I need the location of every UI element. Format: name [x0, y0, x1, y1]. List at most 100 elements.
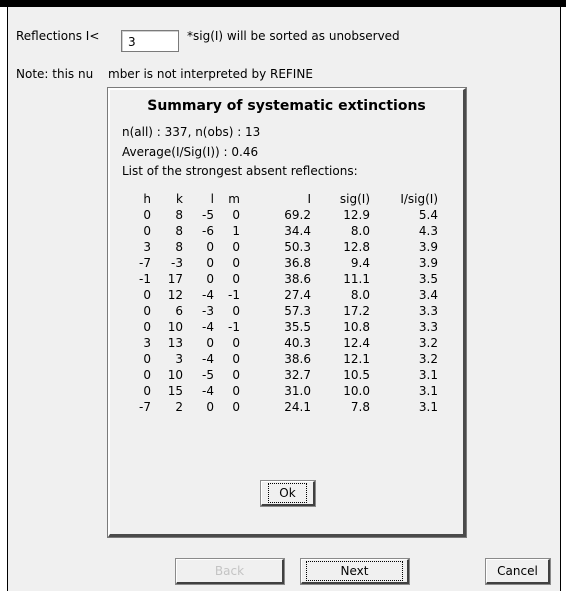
- next-button[interactable]: Next: [300, 558, 410, 585]
- table-cell: 34.4: [284, 224, 311, 238]
- table-cell: 0: [232, 240, 240, 254]
- table-cell: 57.3: [284, 304, 311, 318]
- table-cell: 0: [143, 368, 151, 382]
- table-cell: 3.4: [418, 288, 438, 302]
- table-cell: 0: [143, 208, 151, 222]
- table-cell: 0: [232, 336, 240, 350]
- average-line: Average(I/Sig(I)) : 0.46: [122, 145, 259, 159]
- table-cell: 0: [143, 288, 151, 302]
- table-cell: -4: [202, 288, 214, 302]
- back-button[interactable]: Back: [175, 558, 285, 585]
- ok-button[interactable]: Ok: [260, 480, 316, 507]
- table-cell: -4: [202, 352, 214, 366]
- column-header: l: [210, 192, 214, 206]
- wizard-panel: Reflections I< 3 *sig(I) will be sorted …: [7, 7, 561, 591]
- table-cell: 0: [232, 384, 240, 398]
- table-cell: 8: [175, 240, 183, 254]
- table-cell: 10.8: [343, 320, 370, 334]
- table-cell: 17.2: [343, 304, 370, 318]
- counts-line: n(all) : 337, n(obs) : 13: [122, 125, 261, 139]
- table-row: 0 10 -5 0 32.7 10.5 3.1: [118, 367, 438, 383]
- table-cell: 0: [232, 352, 240, 366]
- table-cell: 0: [232, 272, 240, 286]
- table-cell: -4: [202, 384, 214, 398]
- ok-button-label: Ok: [268, 483, 307, 503]
- table-cell: 0: [232, 400, 240, 414]
- table-cell: 3.9: [418, 256, 438, 270]
- table-cell: 0: [143, 320, 151, 334]
- table-cell: 0: [206, 256, 214, 270]
- table-cell: 3: [143, 336, 151, 350]
- table-row: 3 13 0 0 40.3 12.4 3.2: [118, 335, 438, 351]
- table-cell: 31.0: [284, 384, 311, 398]
- table-cell: 12: [167, 288, 183, 302]
- table-cell: 35.5: [284, 320, 311, 334]
- table-cell: 13: [167, 336, 183, 350]
- table-row: 0 15 -4 0 31.0 10.0 3.1: [118, 383, 438, 399]
- table-cell: -4: [202, 320, 214, 334]
- table-cell: 3.1: [418, 368, 438, 382]
- window-top-border: [0, 0, 566, 7]
- table-cell: 9.4: [350, 256, 370, 270]
- table-cell: 8.0: [350, 288, 370, 302]
- table-cell: 24.1: [284, 400, 311, 414]
- table-row: -7 -3 0 0 36.8 9.4 3.9: [118, 255, 438, 271]
- next-button-label: Next: [305, 561, 404, 581]
- table-cell: 50.3: [284, 240, 311, 254]
- table-cell: 0: [232, 304, 240, 318]
- table-cell: 5.4: [418, 208, 438, 222]
- table-row: 0 8 -5 0 69.2 12.9 5.4: [118, 207, 438, 223]
- table-cell: 12.1: [343, 352, 370, 366]
- table-cell: 12.9: [343, 208, 370, 222]
- table-cell: 0: [232, 368, 240, 382]
- column-header: m: [228, 192, 240, 206]
- table-cell: 3.9: [418, 240, 438, 254]
- table-cell: 10.0: [343, 384, 370, 398]
- table-cell: 0: [143, 304, 151, 318]
- table-cell: 6: [175, 304, 183, 318]
- table-cell: 3.2: [418, 352, 438, 366]
- table-cell: 0: [232, 256, 240, 270]
- table-cell: 0: [206, 240, 214, 254]
- table-cell: 8.0: [350, 224, 370, 238]
- table-cell: 3.1: [418, 384, 438, 398]
- table-cell: 3: [175, 352, 183, 366]
- table-cell: 12.8: [343, 240, 370, 254]
- table-row: 0 12 -4 -1 27.4 8.0 3.4: [118, 287, 438, 303]
- table-row: 3 8 0 0 50.3 12.8 3.9: [118, 239, 438, 255]
- table-cell: 15: [167, 384, 183, 398]
- note-text-suffix: mber is not interpreted by REFINE: [108, 67, 313, 81]
- table-cell: 3.3: [418, 304, 438, 318]
- table-cell: -1: [139, 272, 151, 286]
- table-cell: 3: [143, 240, 151, 254]
- table-cell: 0: [143, 352, 151, 366]
- table-cell: 2: [175, 400, 183, 414]
- column-header: k: [176, 192, 183, 206]
- extinctions-summary-dialog: Summary of systematic extinctions n(all)…: [107, 87, 467, 538]
- threshold-suffix-label: *sig(I) will be sorted as unobserved: [187, 29, 400, 43]
- table-row: 0 10 -4 -1 35.5 10.8 3.3: [118, 319, 438, 335]
- table-row: 0 8 -6 1 34.4 8.0 4.3: [118, 223, 438, 239]
- column-header: h: [143, 192, 151, 206]
- table-cell: 27.4: [284, 288, 311, 302]
- table-cell: -7: [139, 256, 151, 270]
- table-cell: 0: [206, 400, 214, 414]
- note-text-prefix: Note: this nu: [16, 67, 94, 81]
- table-cell: 10: [167, 320, 183, 334]
- table-cell: 0: [206, 272, 214, 286]
- table-cell: 0: [143, 224, 151, 238]
- dialog-title: Summary of systematic extinctions: [147, 98, 426, 114]
- table-cell: 3.3: [418, 320, 438, 334]
- table-cell: -1: [228, 320, 240, 334]
- table-cell: 0: [206, 336, 214, 350]
- table-cell: 38.6: [284, 272, 311, 286]
- table-cell: 17: [167, 272, 183, 286]
- table-cell: 3.2: [418, 336, 438, 350]
- cancel-button[interactable]: Cancel: [485, 558, 551, 585]
- table-cell: 40.3: [284, 336, 311, 350]
- table-row: 0 3 -4 0 38.6 12.1 3.2: [118, 351, 438, 367]
- table-row: -1 17 0 0 38.6 11.1 3.5: [118, 271, 438, 287]
- threshold-input[interactable]: 3: [121, 30, 179, 52]
- table-cell: 4.3: [418, 224, 438, 238]
- table-cell: 7.8: [350, 400, 370, 414]
